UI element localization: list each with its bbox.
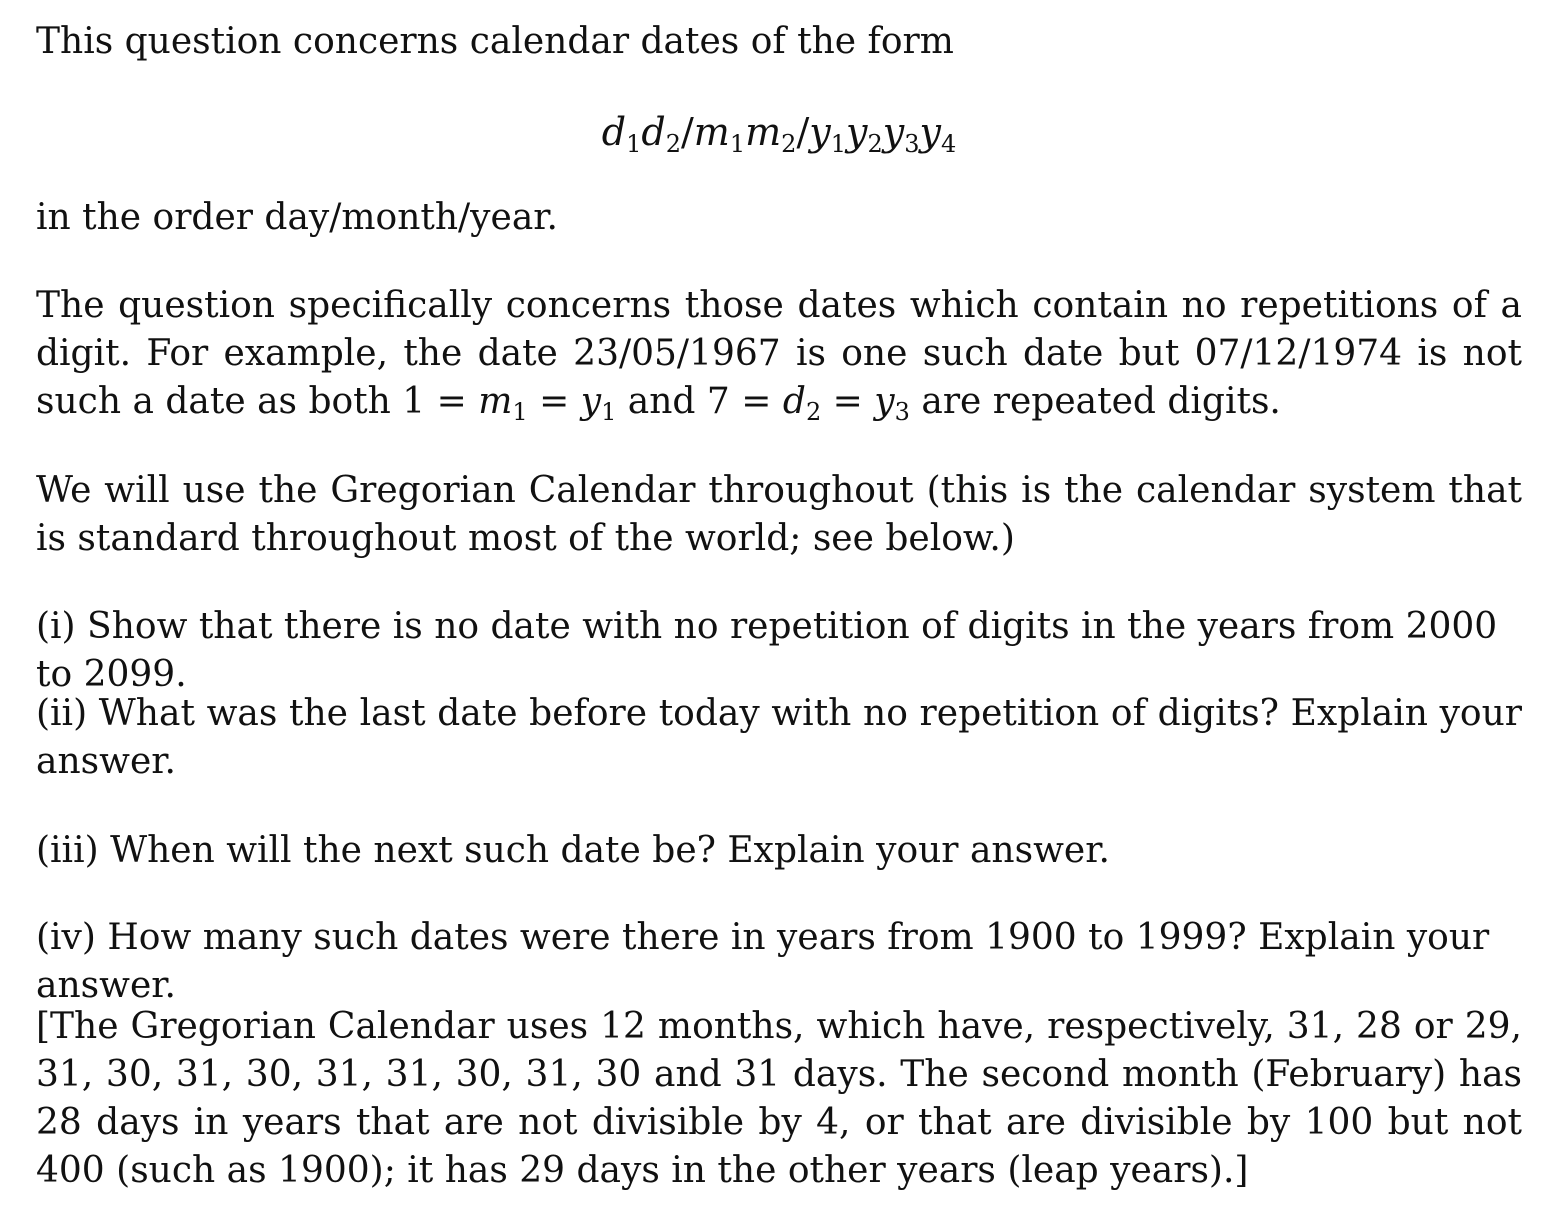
gregorian-paragraph: We will use the Gregorian Calendar throu… xyxy=(36,470,1522,559)
question-ii: (ii) What was the last date before today… xyxy=(36,693,1522,782)
question-iii: (iii) When will the next such date be? E… xyxy=(36,830,1110,871)
order-line: in the order day/month/year. xyxy=(36,197,558,238)
question-iv: (iv) How many such dates were there in y… xyxy=(36,917,1490,1006)
question-i: (i) Show that there is no date with no r… xyxy=(36,606,1498,695)
intro-line: This question concerns calendar dates of… xyxy=(36,21,954,62)
repetitions-paragraph: The question specifically concerns those… xyxy=(36,285,1522,426)
date-format-formula: d1d2/m1m2/y1y2y3y4 xyxy=(601,110,957,158)
gregorian-note: [The Gregorian Calendar uses 12 months, … xyxy=(36,1006,1522,1191)
